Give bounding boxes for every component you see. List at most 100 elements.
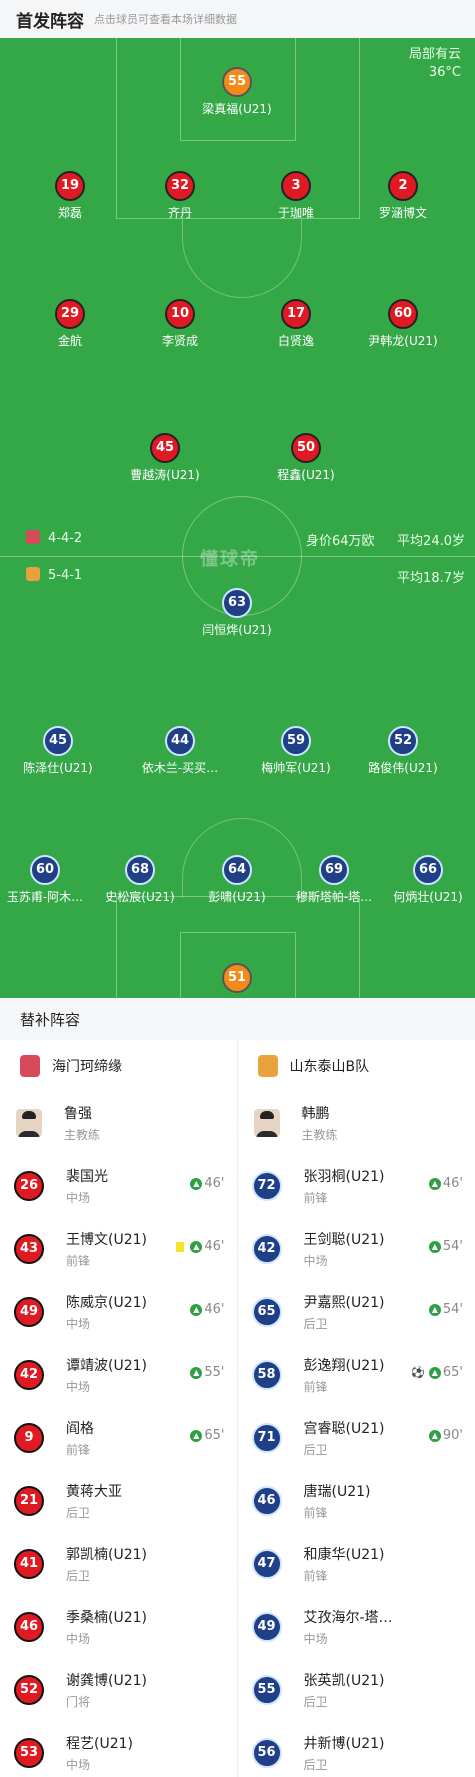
player-name: 穆斯塔帕-塔… <box>295 890 373 904</box>
jersey-number: 26 <box>14 1170 44 1201</box>
away-sub-row[interactable]: 55 张英凯(U21) 后卫 <box>238 1658 475 1721</box>
sub-in-minute: 46' <box>442 1176 463 1191</box>
jersey-number: 68 <box>125 855 155 885</box>
sub-in-icon: ▲ <box>428 1303 441 1316</box>
away-player-10[interactable]: 51 刘骐玮(U21) <box>187 963 287 998</box>
jersey-number: 52 <box>14 1674 44 1705</box>
away-sub-row[interactable]: 47 和康华(U21) 前锋 <box>238 1532 475 1595</box>
home-sub-row[interactable]: 9 阎格 前锋 ▲ 65' <box>0 1406 237 1469</box>
away-player-4[interactable]: 52 路俊伟(U21) <box>353 726 453 776</box>
weather-info: 局部有云 36°C <box>409 46 461 82</box>
home-sub-row[interactable]: 21 黄蒋大亚 后卫 <box>0 1469 237 1532</box>
sub-in-icon: ▲ <box>428 1366 441 1379</box>
home-player-0[interactable]: 55 梁真福(U21) <box>187 67 287 117</box>
home-sub-row[interactable]: 49 陈威京(U21) 中场 ▲ 46' <box>0 1280 237 1343</box>
jersey-number: 3 <box>281 171 311 201</box>
home-team-row[interactable]: 海门珂缔缘 <box>0 1040 237 1092</box>
home-player-10[interactable]: 50 程鑫(U21) <box>256 433 356 483</box>
jersey-number: 45 <box>150 433 180 463</box>
lineup-header: 首发阵容 点击球员可查看本场详细数据 <box>0 0 475 38</box>
away-sub-row[interactable]: 42 王剑聪(U21) 中场 ▲ 54' <box>238 1217 475 1280</box>
sub-player-position: 后卫 <box>303 1316 328 1331</box>
sub-player-name: 季桑楠(U21) <box>66 1609 147 1626</box>
sub-in-minute: 65' <box>442 1365 463 1380</box>
top-penalty-arc <box>182 218 302 298</box>
home-player-9[interactable]: 45 曹越涛(U21) <box>115 433 215 483</box>
home-player-5[interactable]: 29 金航 <box>20 299 120 349</box>
jersey-number: 60 <box>30 855 60 885</box>
away-sub-row[interactable]: 65 尹嘉熙(U21) 后卫 ▲ 54' <box>238 1280 475 1343</box>
jersey-number: 21 <box>14 1485 44 1516</box>
home-sub-row[interactable]: 43 王博文(U21) 前锋 ▲ 46' <box>0 1217 237 1280</box>
home-avg-age: 平均24.0岁 <box>397 534 465 549</box>
home-formation: 4-4-2 <box>48 531 83 546</box>
home-player-3[interactable]: 3 于珈唯 <box>246 171 346 221</box>
sub-player-position: 后卫 <box>303 1757 328 1772</box>
away-coach-row[interactable]: 韩鹏 主教练 <box>238 1092 475 1154</box>
sub-player-position: 前锋 <box>66 1253 91 1268</box>
home-sub-row[interactable]: 46 季桑楠(U21) 中场 <box>0 1595 237 1658</box>
sub-in-minute: 90' <box>442 1428 463 1443</box>
pitch: 懂球帝 局部有云 36°C 4-4-2 身价64万欧 平均24.0岁 5-4-1… <box>0 38 475 998</box>
player-name: 程鑫(U21) <box>277 468 335 482</box>
away-player-3[interactable]: 59 梅帅军(U21) <box>246 726 346 776</box>
away-subs-column: 山东泰山B队 韩鹏 主教练 72 张羽桐(U21) 前锋 ▲ 46' 42 王剑聪(U21)… <box>238 1040 475 1777</box>
jersey-number: 64 <box>222 855 252 885</box>
home-player-8[interactable]: 60 尹韩龙(U21) <box>353 299 453 349</box>
sub-player-position: 后卫 <box>66 1568 91 1583</box>
home-subs-column: 海门珂缔缘 鲁强 主教练 26 裴国光 中场 ▲ 46' 43 王博文(U21) 前锋 ▲ 46'… <box>0 1040 238 1777</box>
sub-player-position: 中场 <box>66 1631 91 1646</box>
home-coach-name: 鲁强 <box>64 1106 92 1122</box>
sub-in-minute: 65' <box>204 1428 225 1443</box>
away-sub-row[interactable]: 72 张羽桐(U21) 前锋 ▲ 46' <box>238 1154 475 1217</box>
away-formation-row: 5-4-1 平均18.7岁 <box>26 567 465 586</box>
jersey-number: 71 <box>251 1422 282 1453</box>
jersey-number: 9 <box>14 1422 44 1453</box>
away-player-7[interactable]: 64 彭啸(U21) <box>187 855 287 905</box>
coach-avatar-icon <box>16 1109 42 1137</box>
sub-player-name: 王剑聪(U21) <box>303 1231 385 1248</box>
sub-in-event: ▲ 46' <box>190 1176 225 1191</box>
home-sub-row[interactable]: 41 郭凯楠(U21) 后卫 <box>0 1532 237 1595</box>
away-player-2[interactable]: 44 依木兰-买买… <box>130 726 230 776</box>
jersey-number: 53 <box>14 1737 44 1768</box>
home-sub-row[interactable]: 42 谭靖波(U21) 中场 ▲ 55' <box>0 1343 237 1406</box>
home-player-2[interactable]: 32 齐丹 <box>130 171 230 221</box>
sub-player-name: 程艺(U21) <box>66 1735 133 1752</box>
sub-player-name: 彭逸翔(U21) <box>303 1357 385 1374</box>
sub-player-position: 后卫 <box>303 1442 328 1457</box>
away-team-logo-icon <box>257 1055 278 1077</box>
home-player-4[interactable]: 2 罗涵博文 <box>353 171 453 221</box>
away-sub-row[interactable]: 56 井新博(U21) 后卫 <box>238 1721 475 1777</box>
away-formation: 5-4-1 <box>48 568 83 583</box>
home-player-6[interactable]: 10 李贤成 <box>130 299 230 349</box>
sub-player-position: 前锋 <box>303 1505 328 1520</box>
away-player-0[interactable]: 63 闫恒烨(U21) <box>187 588 287 638</box>
away-sub-row[interactable]: 71 宫睿聪(U21) 后卫 ▲ 90' <box>238 1406 475 1469</box>
player-name: 刘骐玮(U21) <box>187 996 287 998</box>
away-sub-row[interactable]: 46 唐瑞(U21) 前锋 <box>238 1469 475 1532</box>
jersey-number: 59 <box>281 726 311 756</box>
away-sub-row[interactable]: 49 艾孜海尔-塔… 中场 <box>238 1595 475 1658</box>
home-team-logo-icon <box>26 530 40 544</box>
away-player-8[interactable]: 69 穆斯塔帕-塔… <box>284 855 384 905</box>
away-player-6[interactable]: 68 史松宸(U21) <box>90 855 190 905</box>
sub-player-position: 中场 <box>66 1190 91 1205</box>
away-player-1[interactable]: 45 陈泽仕(U21) <box>8 726 108 776</box>
away-team-row[interactable]: 山东泰山B队 <box>238 1040 475 1092</box>
home-player-7[interactable]: 17 白贤逸 <box>246 299 346 349</box>
jersey-number: 17 <box>281 299 311 329</box>
away-sub-row[interactable]: 58 彭逸翔(U21) 前锋 ⚽ ▲ 65' <box>238 1343 475 1406</box>
home-sub-row[interactable]: 53 程艺(U21) 中场 <box>0 1721 237 1777</box>
sub-player-name: 张羽桐(U21) <box>303 1168 385 1185</box>
sub-player-name: 宫睿聪(U21) <box>303 1420 385 1437</box>
home-player-1[interactable]: 19 郑磊 <box>20 171 120 221</box>
away-coach-role: 主教练 <box>301 1128 338 1142</box>
jersey-number: 55 <box>222 67 252 97</box>
home-coach-row[interactable]: 鲁强 主教练 <box>0 1092 237 1154</box>
sub-in-event: ▲ 46' <box>176 1239 225 1254</box>
away-player-9[interactable]: 66 何炳壮(U21) <box>378 855 475 905</box>
home-sub-row[interactable]: 26 裴国光 中场 ▲ 46' <box>0 1154 237 1217</box>
away-player-5[interactable]: 60 玉苏甫-阿木… <box>0 855 95 905</box>
home-sub-row[interactable]: 52 谢龚博(U21) 门将 <box>0 1658 237 1721</box>
